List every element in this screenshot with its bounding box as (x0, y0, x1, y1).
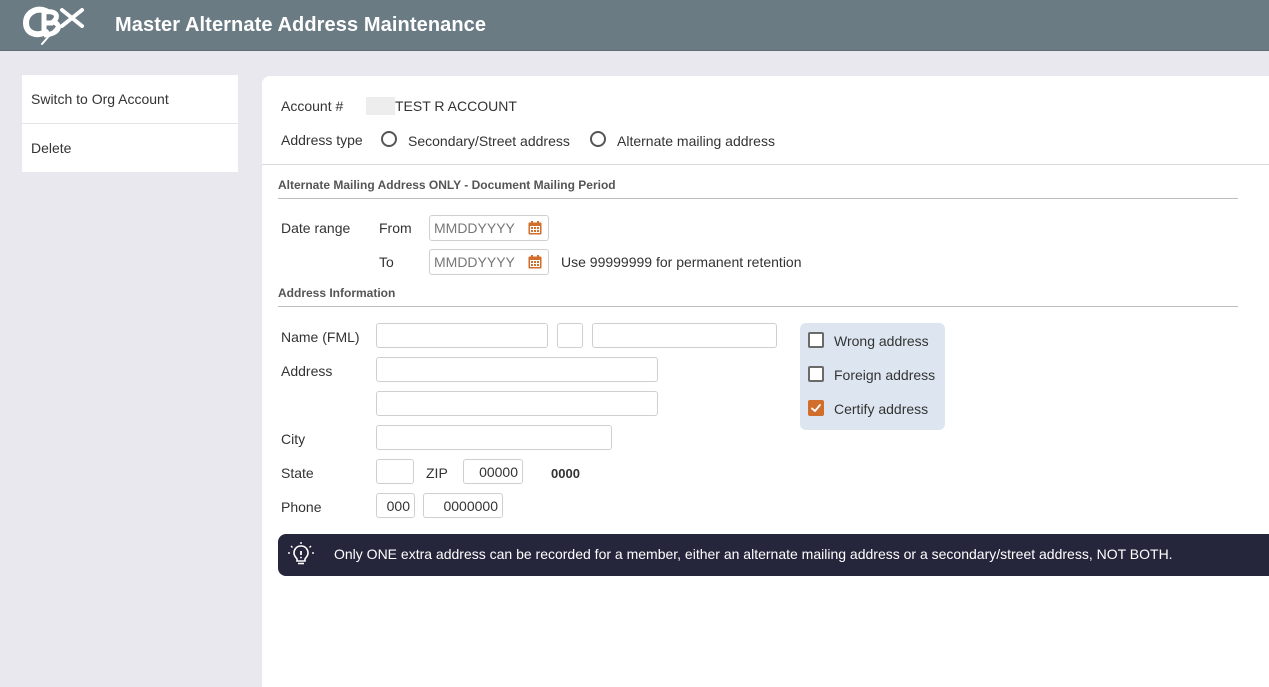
sidebar-item-delete[interactable]: Delete (22, 124, 238, 172)
phone-number-input[interactable] (423, 493, 503, 518)
account-name: TEST R ACCOUNT (395, 98, 517, 114)
from-label: From (379, 220, 412, 236)
calendar-icon[interactable] (528, 221, 542, 235)
mailing-period-section-title: Alternate Mailing Address ONLY - Documen… (278, 178, 616, 192)
radio-secondary-street-address[interactable] (381, 131, 397, 147)
from-date-input[interactable] (430, 216, 522, 240)
middle-initial-input[interactable] (557, 323, 583, 348)
to-date-input[interactable] (430, 250, 522, 274)
address-line2-input[interactable] (376, 391, 658, 416)
state-label: State (281, 465, 314, 481)
retention-hint: Use 99999999 for permanent retention (561, 254, 802, 270)
address-label: Address (281, 363, 333, 379)
to-date-field (429, 249, 549, 275)
account-number (366, 97, 395, 115)
address-line1-input[interactable] (376, 357, 658, 382)
first-name-input[interactable] (376, 323, 548, 348)
wrong-address-label[interactable]: Wrong address (834, 333, 929, 349)
divider (262, 164, 1269, 165)
name-label: Name (FML) (281, 329, 360, 345)
page-title: Master Alternate Address Maintenance (115, 14, 487, 36)
wrong-address-checkbox[interactable] (808, 332, 824, 348)
to-label: To (379, 254, 394, 270)
date-range-label: Date range (281, 220, 351, 236)
sidebar-item-switch-to-org-account[interactable]: Switch to Org Account (22, 75, 238, 124)
phone-area-code-input[interactable] (376, 493, 415, 518)
account-label: Account # (281, 98, 344, 114)
address-info-section-title: Address Information (278, 286, 396, 300)
radio-alternate-mailing-address[interactable] (590, 131, 606, 147)
address-type-label: Address type (281, 132, 363, 148)
info-banner: Only ONE extra address can be recorded f… (278, 534, 1269, 576)
last-name-input[interactable] (592, 323, 777, 348)
sidebar: Switch to Org Account Delete (22, 75, 238, 172)
certify-address-checkbox[interactable] (808, 400, 824, 416)
section-divider (278, 306, 1238, 307)
radio-secondary-street-address-label[interactable]: Secondary/Street address (408, 133, 570, 149)
notice-text: Only ONE extra address can be recorded f… (334, 546, 1173, 562)
city-label: City (281, 431, 306, 447)
cbx-logo (22, 6, 84, 45)
lightbulb-icon (288, 542, 314, 565)
top-bar: Master Alternate Address Maintenance (0, 0, 1269, 51)
foreign-address-checkbox[interactable] (808, 366, 824, 382)
checkmark-icon (811, 404, 821, 412)
zip-label: ZIP (426, 465, 448, 481)
foreign-address-label[interactable]: Foreign address (834, 367, 935, 383)
radio-alternate-mailing-address-label[interactable]: Alternate mailing address (617, 133, 775, 149)
calendar-icon[interactable] (528, 255, 542, 269)
state-input[interactable] (376, 459, 414, 484)
main-panel: Account # TEST R ACCOUNT Address type Se… (262, 76, 1269, 687)
phone-label: Phone (281, 499, 322, 515)
certify-address-label[interactable]: Certify address (834, 401, 928, 417)
city-input[interactable] (376, 425, 612, 450)
section-divider (278, 198, 1238, 199)
from-date-field (429, 215, 549, 241)
address-flags-panel: Wrong address Foreign address Certify ad… (800, 323, 945, 430)
zip-plus4: 0000 (551, 466, 580, 481)
zip-input[interactable] (463, 459, 523, 484)
